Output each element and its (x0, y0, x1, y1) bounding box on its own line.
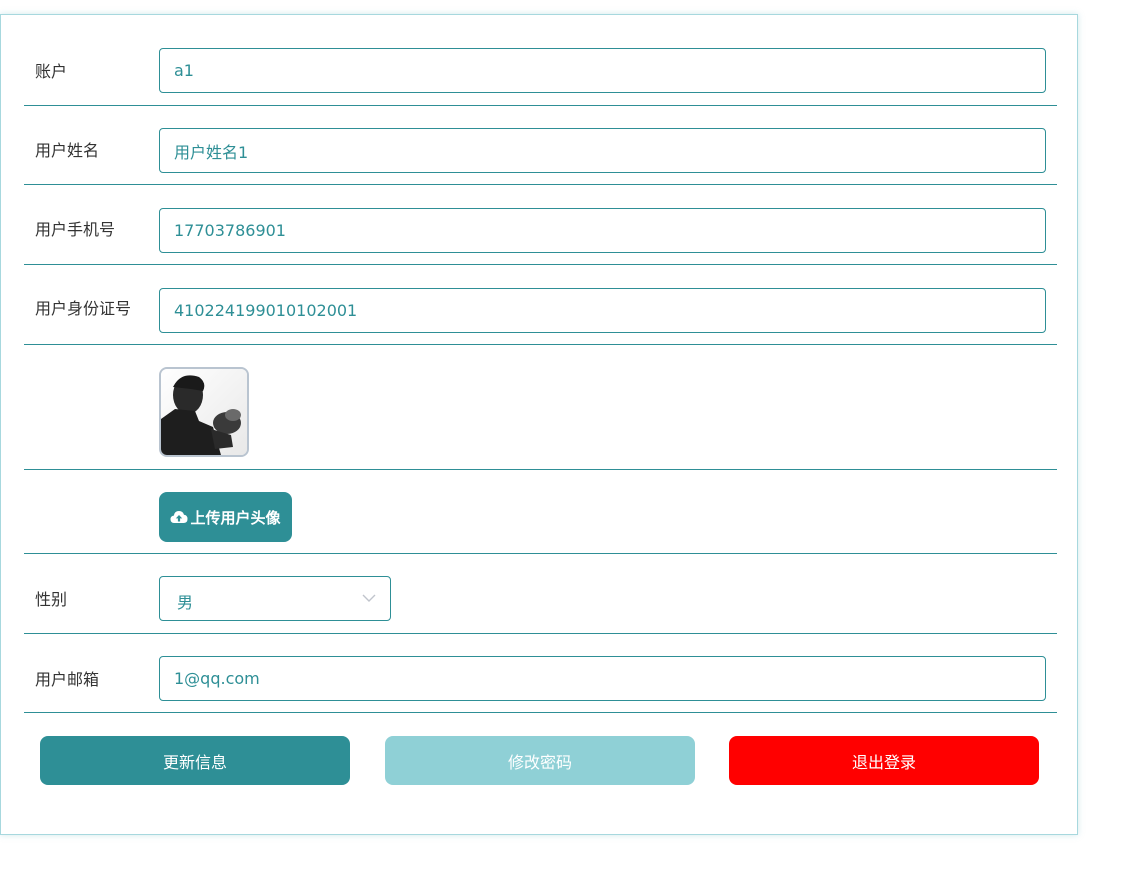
form-row-gender: 性别 男 (24, 554, 1057, 634)
email-label: 用户邮箱 (35, 670, 100, 689)
gender-selected-value: 男 (177, 593, 194, 612)
id-number-input[interactable] (159, 288, 1046, 333)
form-row-upload: 上传用户头像 (24, 470, 1057, 554)
email-input[interactable] (159, 656, 1046, 701)
logout-button[interactable]: 退出登录 (729, 736, 1039, 785)
form-row-phone: 用户手机号 (24, 185, 1057, 265)
account-input[interactable] (159, 48, 1046, 93)
gender-label: 性别 (35, 590, 68, 609)
chevron-down-icon (362, 594, 376, 602)
cloud-upload-icon (170, 511, 188, 523)
name-input[interactable] (159, 128, 1046, 173)
logout-label: 退出登录 (851, 752, 916, 772)
form-row-avatar (24, 345, 1057, 470)
change-password-button[interactable]: 修改密码 (385, 736, 695, 785)
gender-select[interactable]: 男 (159, 576, 391, 621)
avatar (159, 367, 249, 457)
phone-input[interactable] (159, 208, 1046, 253)
upload-avatar-label: 上传用户头像 (190, 508, 281, 527)
phone-label: 用户手机号 (35, 220, 116, 239)
id-number-label: 用户身份证号 (35, 299, 132, 318)
update-info-button[interactable]: 更新信息 (40, 736, 350, 785)
form-row-id-number: 用户身份证号 (24, 265, 1057, 345)
form-row-name: 用户姓名 (24, 106, 1057, 185)
change-password-label: 修改密码 (507, 752, 572, 772)
upload-avatar-button[interactable]: 上传用户头像 (159, 492, 292, 542)
profile-form-card: 账户 用户姓名 用户手机号 用户身份证号 (0, 14, 1078, 835)
form-row-account: 账户 (24, 15, 1057, 106)
update-info-label: 更新信息 (162, 752, 227, 772)
account-label: 账户 (35, 62, 68, 81)
form-row-email: 用户邮箱 (24, 634, 1057, 713)
name-label: 用户姓名 (35, 141, 100, 160)
avatar-photo (161, 369, 247, 455)
